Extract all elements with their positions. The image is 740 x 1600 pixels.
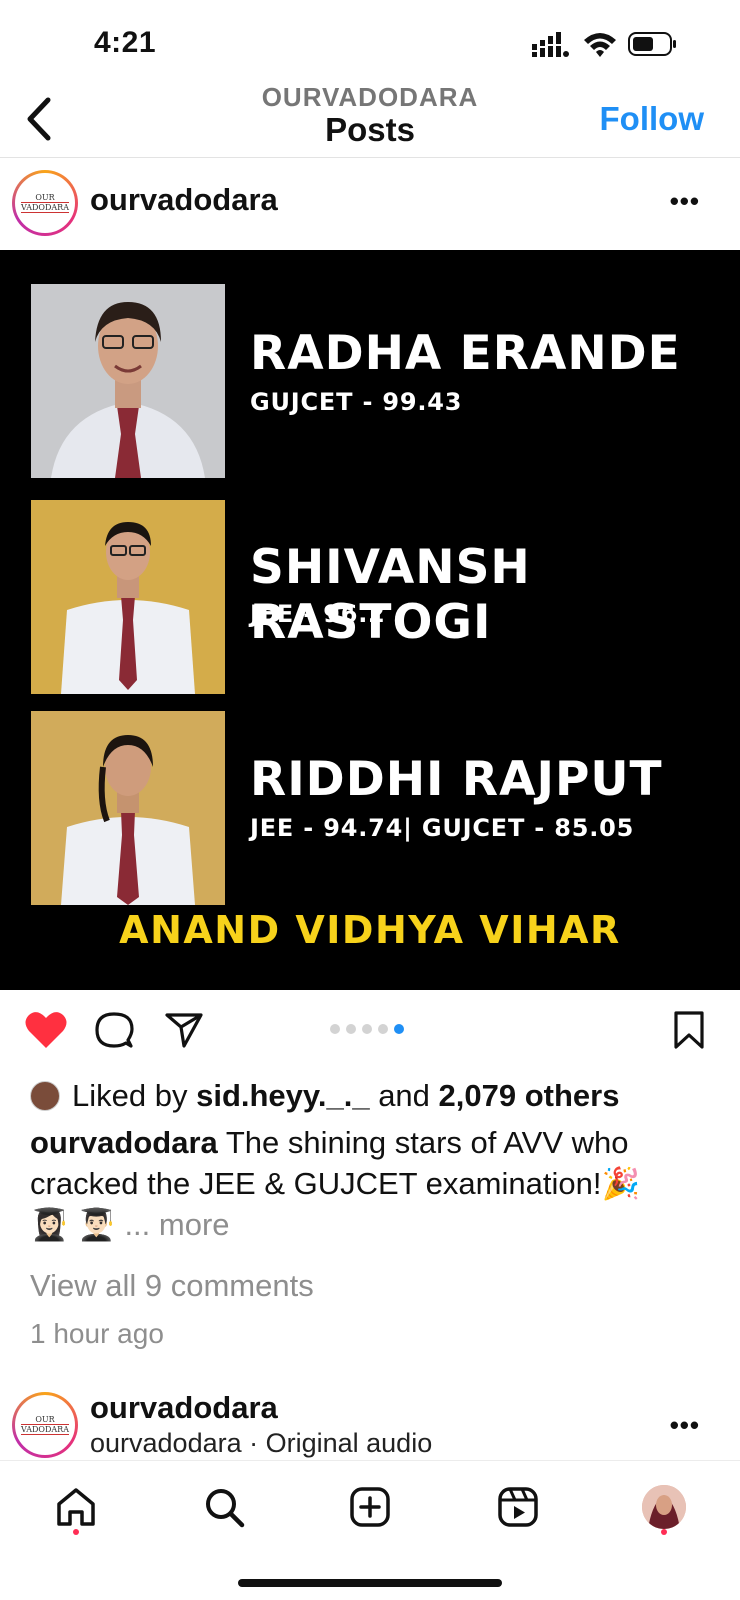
author-avatar[interactable]: OUR VADODARA — [12, 170, 78, 236]
student-score-3: JEE - 94.74| GUJCET - 85.05 — [250, 814, 635, 842]
home-indicator — [238, 1579, 502, 1587]
likes-count[interactable]: 2,079 others — [439, 1078, 620, 1114]
original-audio-link[interactable]: ourvadodara · Original audio — [90, 1428, 432, 1459]
logo-text-top: OUR — [35, 192, 55, 202]
carousel-dot — [330, 1024, 340, 1034]
home-icon[interactable] — [54, 1485, 98, 1529]
carousel-dot — [346, 1024, 356, 1034]
comment-icon[interactable] — [94, 1010, 134, 1050]
author-username[interactable]: ourvadodara — [90, 182, 278, 218]
likes-prefix: Liked by — [72, 1078, 188, 1113]
post-caption: ourvadodara The shining stars of AVV who… — [30, 1122, 720, 1245]
ourvadodara-logo: OUR VADODARA — [15, 173, 75, 233]
cellular-signal-icon — [532, 32, 569, 57]
student-photo-2 — [31, 500, 225, 694]
follow-button[interactable]: Follow — [600, 100, 704, 138]
wifi-icon — [584, 33, 616, 57]
next-author-avatar[interactable]: OUR VADODARA — [12, 1392, 78, 1458]
student-score-2: JEE - 96.2 — [250, 600, 386, 628]
likes-summary[interactable]: Liked by sid.heyy._._ and 2,079 others — [30, 1078, 619, 1114]
send-icon[interactable] — [164, 1010, 204, 1050]
carousel-dot — [362, 1024, 372, 1034]
next-author-username[interactable]: ourvadodara — [90, 1390, 278, 1426]
student-name-2: SHIVANSH RASTOGI — [250, 540, 531, 650]
status-time: 4:21 — [94, 26, 157, 59]
header: OURVADODARA Posts Follow — [0, 80, 740, 158]
carousel-indicator — [330, 1024, 404, 1034]
student-score-1: GUJCET - 99.43 — [250, 388, 463, 416]
more-options-icon[interactable]: ••• — [670, 1410, 700, 1441]
carousel-dot — [378, 1024, 388, 1034]
caption-emojis: 👩🏻‍🎓 👨🏻‍🎓 — [30, 1207, 116, 1242]
bookmark-icon[interactable] — [672, 1010, 706, 1050]
next-post-header: OUR VADODARA ourvadodara ourvadodara · O… — [0, 1382, 740, 1460]
post-timestamp: 1 hour ago — [30, 1318, 164, 1349]
create-icon[interactable] — [348, 1485, 392, 1529]
caption-more-link[interactable]: ... more — [124, 1207, 229, 1242]
student-name-1: RADHA ERANDE — [250, 326, 681, 381]
logo-text-bottom: VADODARA — [21, 1423, 69, 1435]
status-bar: 4:21 — [0, 0, 740, 80]
bottom-tab-bar — [0, 1460, 740, 1600]
profile-notification-dot — [661, 1529, 667, 1535]
student-photo-1 — [31, 284, 225, 478]
home-notification-dot — [73, 1529, 79, 1535]
likes-and: and — [378, 1078, 430, 1113]
post-image[interactable]: RADHA ERANDE GUJCET - 99.43 SHIVANSH RAS… — [0, 250, 740, 990]
caption-username[interactable]: ourvadodara — [30, 1125, 218, 1160]
logo-text-bottom: VADODARA — [21, 201, 69, 213]
reels-icon[interactable] — [496, 1485, 540, 1529]
liker-avatar — [30, 1081, 60, 1111]
more-options-icon[interactable]: ••• — [670, 186, 700, 217]
carousel-dot-active — [394, 1024, 404, 1034]
student-name-3: RIDDHI RAJPUT — [250, 752, 663, 807]
school-name: ANAND VIDHYA VIHAR — [119, 908, 621, 952]
post-author-row: OUR VADODARA ourvadodara ••• — [0, 162, 740, 244]
liker-username[interactable]: sid.heyy._._ — [196, 1078, 369, 1114]
logo-text-top: OUR — [35, 1414, 55, 1424]
post-actions — [0, 1000, 740, 1060]
heart-icon[interactable] — [24, 1010, 68, 1050]
search-icon[interactable] — [202, 1485, 246, 1529]
ourvadodara-logo: OUR VADODARA — [15, 1395, 75, 1455]
student-photo-3 — [31, 711, 225, 905]
view-comments-link[interactable]: View all 9 comments — [30, 1268, 314, 1304]
profile-avatar[interactable] — [642, 1485, 686, 1529]
battery-icon — [628, 32, 676, 56]
